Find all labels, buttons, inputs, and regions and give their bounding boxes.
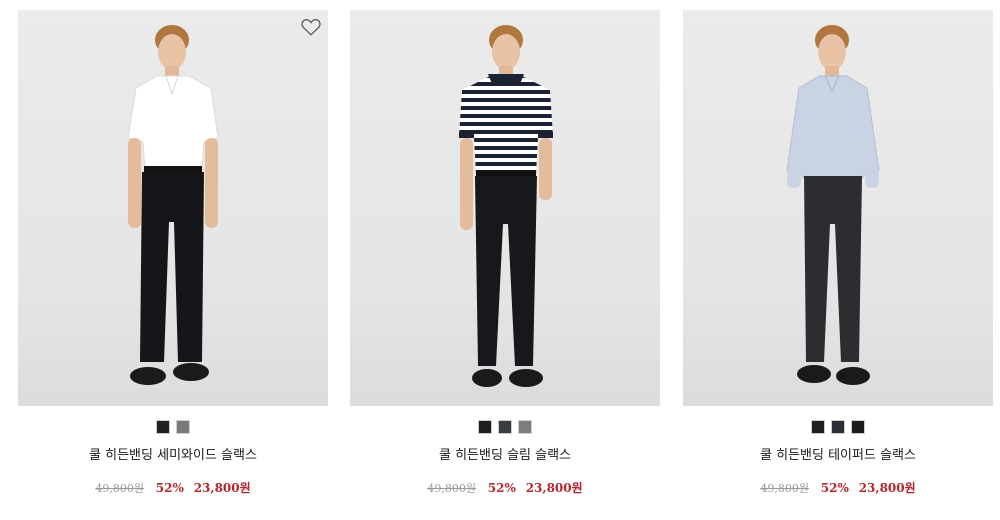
price-row: 49,800원 52% 23,800원: [350, 479, 660, 496]
product-name[interactable]: 쿨 히든밴딩 세미와이드 슬랙스: [18, 444, 328, 463]
price-row: 49,800원 52% 23,800원: [683, 479, 993, 496]
product-image[interactable]: [683, 10, 993, 406]
discount-rate: 52%: [487, 481, 516, 495]
color-swatch[interactable]: [498, 420, 512, 434]
model-photo: [127, 25, 219, 385]
color-swatch[interactable]: [478, 420, 492, 434]
heart-outline-icon[interactable]: [300, 16, 322, 38]
product-image[interactable]: [18, 10, 328, 406]
original-price: 49,800원: [95, 482, 144, 495]
sale-price: 23,800원: [193, 481, 251, 495]
color-swatch[interactable]: [851, 420, 865, 434]
product-card[interactable]: 쿨 히든밴딩 세미와이드 슬랙스 49,800원 52% 23,800원: [18, 10, 328, 496]
color-swatch[interactable]: [811, 420, 825, 434]
sale-price: 23,800원: [525, 481, 583, 495]
price-row: 49,800원 52% 23,800원: [18, 479, 328, 496]
color-swatch[interactable]: [831, 420, 845, 434]
original-price: 49,800원: [760, 482, 809, 495]
original-price: 49,800원: [427, 482, 476, 495]
discount-rate: 52%: [155, 481, 184, 495]
color-swatches: [350, 420, 660, 434]
color-swatch[interactable]: [518, 420, 532, 434]
discount-rate: 52%: [820, 481, 849, 495]
product-image[interactable]: [350, 10, 660, 406]
sale-price: 23,800원: [858, 481, 916, 495]
color-swatch[interactable]: [156, 420, 170, 434]
product-card[interactable]: 쿨 히든밴딩 슬림 슬랙스 49,800원 52% 23,800원: [350, 10, 660, 496]
color-swatch[interactable]: [176, 420, 190, 434]
color-swatches: [18, 420, 328, 434]
product-name[interactable]: 쿨 히든밴딩 슬림 슬랙스: [350, 444, 660, 463]
product-grid: 쿨 히든밴딩 세미와이드 슬랙스 49,800원 52% 23,800원 쿨 히…: [0, 0, 1000, 520]
color-swatches: [683, 420, 993, 434]
product-card[interactable]: 쿨 히든밴딩 테이퍼드 슬랙스 49,800원 52% 23,800원: [683, 10, 993, 496]
model-photo: [459, 25, 553, 387]
product-name[interactable]: 쿨 히든밴딩 테이퍼드 슬랙스: [683, 444, 993, 463]
model-photo: [786, 25, 880, 385]
